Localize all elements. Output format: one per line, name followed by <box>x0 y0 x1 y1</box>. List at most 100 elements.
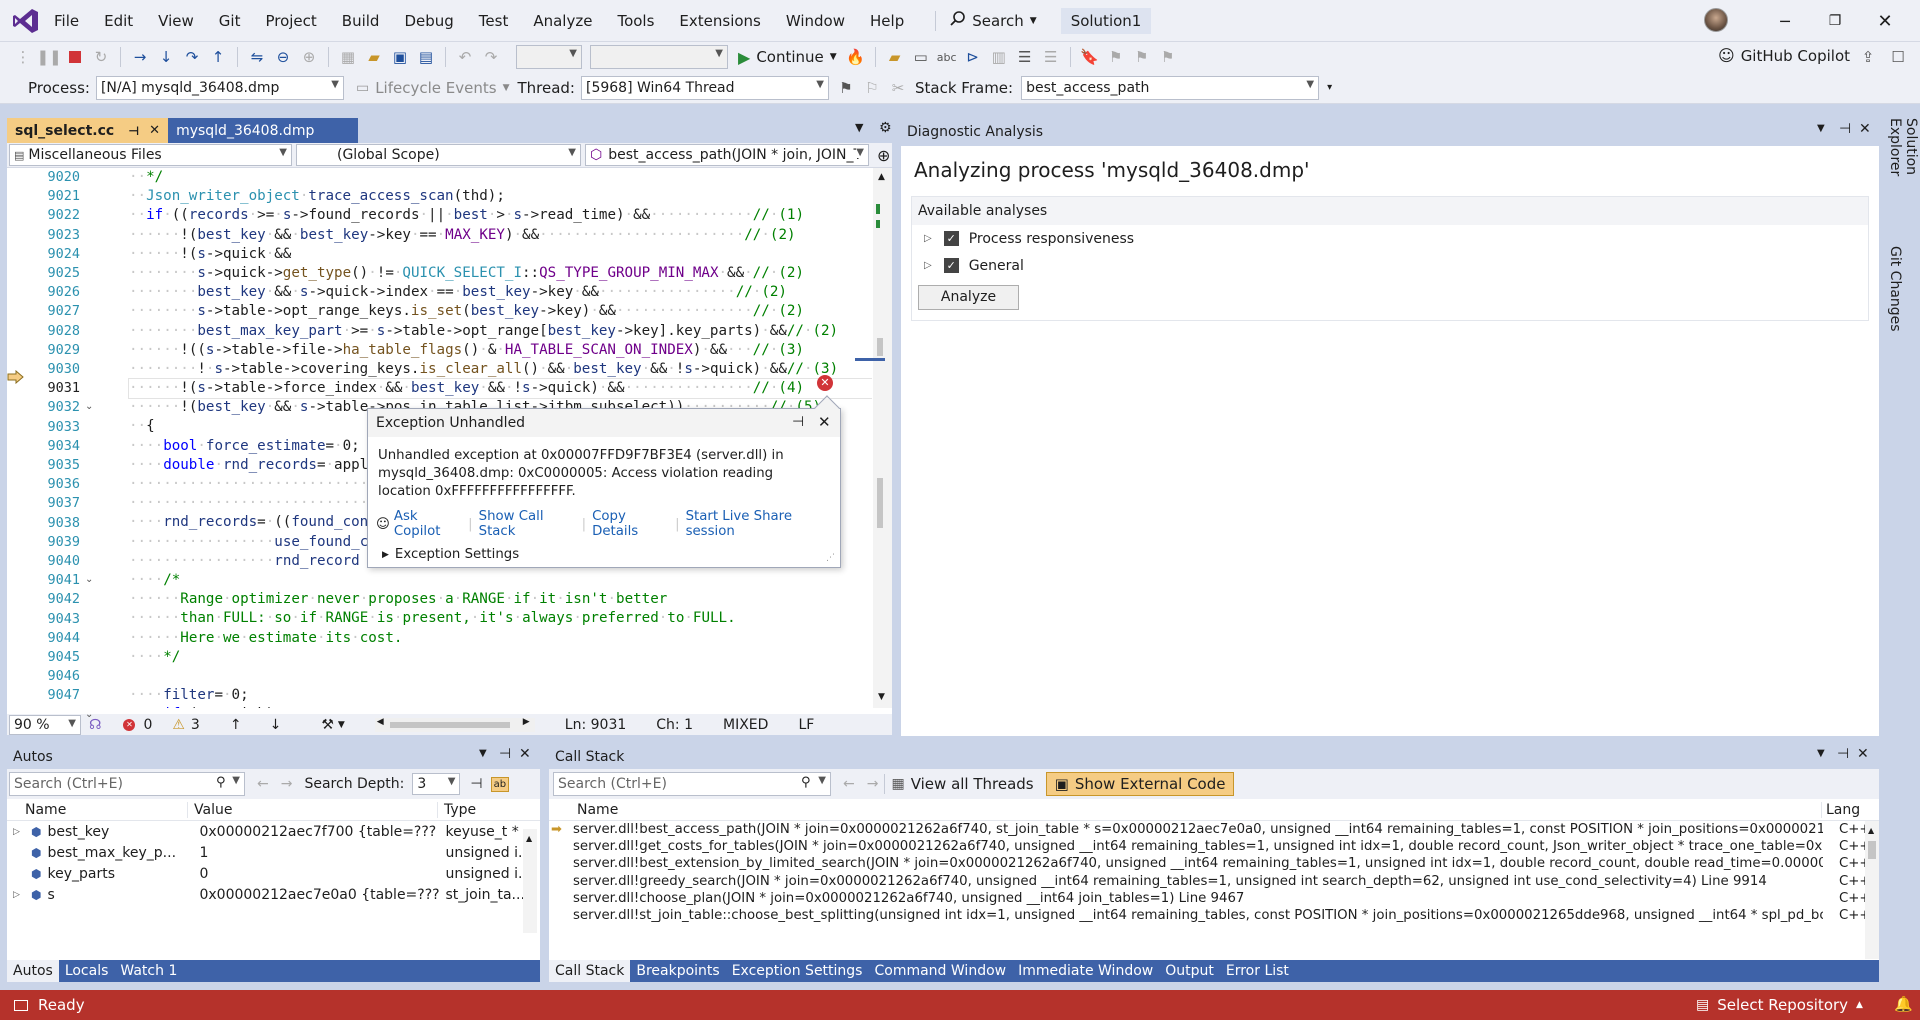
menu-extensions[interactable]: Extensions <box>679 12 760 30</box>
scroll-thumb[interactable] <box>1868 841 1876 859</box>
tab-locals[interactable]: Locals <box>59 960 115 982</box>
status-char[interactable]: Ch: 1 <box>656 717 693 733</box>
analyze-button[interactable]: Analyze <box>918 285 1019 310</box>
tab-output[interactable]: Output <box>1159 960 1220 982</box>
autos-search-input[interactable]: Search (Ctrl+E) ⚲ ▼ <box>9 772 245 796</box>
code-line[interactable]: ······!(s->table->force_index·&&·best_ke… <box>128 378 872 400</box>
col-lang[interactable]: Lang <box>1821 801 1861 818</box>
warning-count[interactable]: 3 <box>191 717 200 733</box>
live-share-link[interactable]: Start Live Share session <box>686 509 832 539</box>
call-stack-row[interactable]: server.dll!greedy_search(JOIN * join=0x0… <box>549 873 1879 890</box>
show-external-code-button[interactable]: ▣ Show External Code <box>1045 772 1235 796</box>
code-line[interactable]: ········s->quick->get_type()·!=·QUICK_SE… <box>129 264 872 283</box>
save-icon[interactable]: ▣ <box>389 46 411 68</box>
menu-tools[interactable]: Tools <box>617 12 654 30</box>
undo-icon[interactable]: ↶ <box>454 46 476 68</box>
forward-arrow-icon[interactable]: → <box>281 776 293 792</box>
show-next-statement-icon[interactable]: → <box>129 46 151 68</box>
search-depth-combo[interactable]: 3 ▼ <box>412 773 461 795</box>
outline-collapse-icon[interactable]: ⌄ <box>85 401 93 412</box>
expand-icon[interactable]: ▷ <box>13 827 27 837</box>
code-line[interactable]: ··Json_writer_object·trace_access_scan(t… <box>129 187 872 206</box>
scroll-up-icon[interactable]: ▲ <box>526 834 532 843</box>
hex-toggle-icon[interactable]: ab <box>490 776 510 792</box>
back-nav-icon[interactable]: ⊖ <box>272 46 294 68</box>
flag-filter-icon[interactable]: ⚐ <box>861 77 883 99</box>
scroll-down-icon[interactable]: ▼ <box>878 692 885 702</box>
menu-git[interactable]: Git <box>219 12 241 30</box>
toolbar-overflow-icon[interactable]: ▾ <box>1327 82 1332 93</box>
exception-settings-expander[interactable]: ▶ Exception Settings <box>368 539 840 562</box>
tab-exception-settings[interactable]: Exception Settings <box>726 960 869 982</box>
prev-bookmark-icon[interactable]: ⚑ <box>1105 46 1127 68</box>
project-combo[interactable]: ▤ Miscellaneous Files ▼ <box>9 144 292 166</box>
continue-button[interactable]: ▶ Continue ▼ <box>738 48 837 67</box>
cleanup-icon[interactable]: ⚒ <box>321 717 334 733</box>
pin-icon[interactable]: ⊣ <box>1837 746 1849 762</box>
status-eol[interactable]: LF <box>798 717 814 733</box>
call-stack-row[interactable]: ➡ server.dll!best_access_path(JOIN * join… <box>549 821 1879 838</box>
solution-explorer-tab[interactable]: Solution Explorer <box>1887 118 1919 233</box>
tab-mysqld-dmp[interactable]: mysqld_36408.dmp <box>168 118 359 143</box>
pin-icon[interactable]: ⊣ <box>128 124 139 138</box>
clear-bookmarks-icon[interactable]: ⚑ <box>1157 46 1179 68</box>
scroll-right-icon[interactable]: ▶ <box>523 717 530 727</box>
code-line[interactable]: ··*/ <box>129 168 872 187</box>
restore-icon[interactable]: ❐ <box>1810 13 1860 29</box>
var-value[interactable]: 1 <box>189 845 439 861</box>
chevron-down-icon[interactable]: ▼ <box>818 775 826 786</box>
code-line[interactable]: ····*/ <box>129 648 872 667</box>
feedback-icon[interactable]: ☐ <box>1887 46 1909 68</box>
menu-edit[interactable]: Edit <box>104 12 133 30</box>
code-line[interactable] <box>129 667 872 686</box>
code-line[interactable]: ········!·s->table->covering_keys.is_cle… <box>129 360 872 379</box>
menu-build[interactable]: Build <box>342 12 380 30</box>
git-changes-tab[interactable]: Git Changes <box>1887 246 1903 336</box>
hot-reload-icon[interactable]: 🔥 <box>845 46 867 68</box>
lifecycle-events-button[interactable]: Lifecycle Events <box>375 79 496 97</box>
call-stack-row[interactable]: server.dll!choose_plan(JOIN * join=0x000… <box>549 890 1879 907</box>
close-icon[interactable]: ✕ <box>1857 746 1869 762</box>
stop-icon[interactable] <box>64 46 86 68</box>
dropdown-icon[interactable]: ▼ <box>1817 748 1825 759</box>
pin-icon[interactable]: ⊣ <box>1839 121 1851 137</box>
var-value[interactable]: 0x00000212aec7f700 {table=??? val... <box>189 824 439 840</box>
search-button[interactable]: Search ▼ <box>950 10 1037 31</box>
member-combo[interactable]: ⬡ best_access_path(JOIN * join, JOIN_T ▼ <box>585 144 869 166</box>
code-line[interactable]: ······Range·optimizer·never·proposes·a·R… <box>129 590 872 609</box>
expand-icon[interactable]: ▷ <box>924 233 932 244</box>
view-all-threads-button[interactable]: View all Threads <box>911 775 1034 793</box>
chevron-down-icon[interactable]: ▼ <box>232 775 240 786</box>
back-arrow-icon[interactable]: ← <box>843 776 855 792</box>
back-arrow-icon[interactable]: ← <box>257 776 269 792</box>
outline-collapse-icon[interactable]: ⌄ <box>85 709 93 720</box>
analysis-item[interactable]: ▷ ✓ Process responsiveness <box>912 225 1868 252</box>
menu-view[interactable]: View <box>158 12 194 30</box>
tab-command-window[interactable]: Command Window <box>868 960 1012 982</box>
expand-icon[interactable]: ▷ <box>13 890 27 900</box>
autos-row[interactable]: ⬢ key_parts 0 unsigned i... <box>7 863 540 884</box>
pin-watch-icon[interactable]: ⊣ <box>470 776 482 792</box>
code-line[interactable]: ······!((s->table->file->ha_table_flags(… <box>129 341 872 360</box>
stack-frame-combo[interactable]: best_access_path ▼ <box>1021 75 1320 100</box>
call-stack-row[interactable]: server.dll!best_extension_by_limited_sea… <box>549 855 1879 872</box>
menu-help[interactable]: Help <box>870 12 904 30</box>
forward-arrow-icon[interactable]: → <box>867 776 879 792</box>
autos-row[interactable]: ⬢ best_max_key_p... 1 unsigned i... <box>7 842 540 863</box>
menu-test[interactable]: Test <box>479 12 509 30</box>
code-line[interactable]: ········s->table->opt_range_keys.is_set(… <box>129 302 872 321</box>
code-line[interactable]: ········best_max_key_part·>=·s->table->o… <box>129 322 872 341</box>
scroll-thumb[interactable] <box>877 338 883 356</box>
tab-sql-select[interactable]: sql_select.cc ⊣ ✕ <box>7 118 169 143</box>
code-line[interactable]: ····if·(s->quick) <box>129 705 872 708</box>
folder-icon[interactable]: ▰ <box>884 46 906 68</box>
user-avatar[interactable] <box>1704 8 1728 32</box>
checkbox-icon[interactable]: ✓ <box>943 258 959 273</box>
spell-check-icon[interactable]: abc <box>936 46 958 68</box>
notifications-icon[interactable]: 🔔 <box>1894 995 1913 1013</box>
code-line[interactable]: ··if·((records·>=·s->found_records·||·be… <box>129 206 872 225</box>
code-line[interactable]: ······than·FULL:·so·if·RANGE·is·present,… <box>129 609 872 628</box>
tab-breakpoints[interactable]: Breakpoints <box>630 960 725 982</box>
h-scroll-thumb[interactable] <box>389 721 510 728</box>
split-icon[interactable]: ✂ <box>887 77 909 99</box>
